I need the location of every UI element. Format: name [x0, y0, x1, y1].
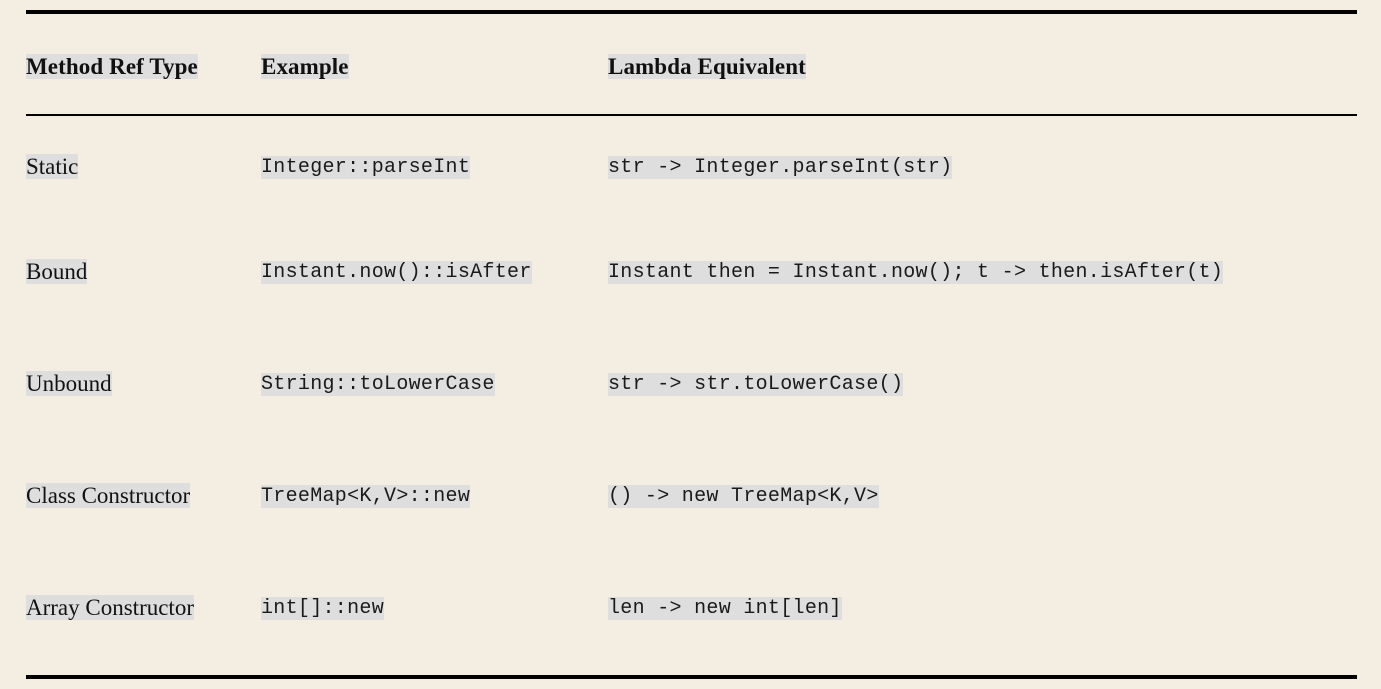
cell-lambda-equivalent: Instant then = Instant.now(); t -> then.… [608, 216, 1357, 328]
lambda-code: str -> Integer.parseInt(str) [608, 155, 953, 179]
table-row: Bound Instant.now()::isAfter Instant the… [26, 216, 1357, 328]
cell-example: String::toLowerCase [261, 328, 608, 440]
method-reference-table: Method Ref Type Example Lambda Equivalen… [26, 30, 1357, 664]
cell-method-ref-type: Array Constructor [26, 552, 261, 664]
table-header: Method Ref Type Example Lambda Equivalen… [26, 30, 1357, 104]
column-header-example: Example [261, 30, 608, 104]
column-header-method-ref-type: Method Ref Type [26, 30, 261, 104]
cell-method-ref-type: Class Constructor [26, 440, 261, 552]
table-body: Static Integer::parseInt str -> Integer.… [26, 104, 1357, 664]
column-header-label: Lambda Equivalent [608, 54, 806, 80]
table-top-rule [26, 10, 1357, 14]
cell-method-ref-type: Unbound [26, 328, 261, 440]
cell-example: TreeMap<K,V>::new [261, 440, 608, 552]
booktabs-table-page: Method Ref Type Example Lambda Equivalen… [0, 0, 1381, 689]
example-code: Integer::parseInt [261, 155, 471, 179]
cell-method-ref-type: Bound [26, 216, 261, 328]
lambda-code: str -> str.toLowerCase() [608, 372, 904, 396]
column-header-lambda-equivalent: Lambda Equivalent [608, 30, 1357, 104]
cell-method-ref-type: Static [26, 104, 261, 216]
method-ref-type-label: Class Constructor [26, 482, 191, 508]
cell-example: Instant.now()::isAfter [261, 216, 608, 328]
method-ref-type-label: Unbound [26, 370, 112, 396]
table-row: Static Integer::parseInt str -> Integer.… [26, 104, 1357, 216]
method-ref-type-label: Bound [26, 258, 88, 284]
table-row: Unbound String::toLowerCase str -> str.t… [26, 328, 1357, 440]
column-header-label: Method Ref Type [26, 54, 198, 80]
lambda-code: len -> new int[len] [608, 596, 842, 620]
example-code: Instant.now()::isAfter [261, 260, 532, 284]
table-row: Array Constructor int[]::new len -> new … [26, 552, 1357, 664]
cell-example: int[]::new [261, 552, 608, 664]
example-code: TreeMap<K,V>::new [261, 484, 471, 508]
table-header-row: Method Ref Type Example Lambda Equivalen… [26, 30, 1357, 104]
cell-lambda-equivalent: len -> new int[len] [608, 552, 1357, 664]
column-header-label: Example [261, 54, 349, 80]
example-code: int[]::new [261, 596, 385, 620]
cell-lambda-equivalent: str -> str.toLowerCase() [608, 328, 1357, 440]
method-ref-type-label: Array Constructor [26, 594, 194, 620]
cell-lambda-equivalent: str -> Integer.parseInt(str) [608, 104, 1357, 216]
cell-lambda-equivalent: () -> new TreeMap<K,V> [608, 440, 1357, 552]
lambda-code: () -> new TreeMap<K,V> [608, 484, 879, 508]
method-ref-type-label: Static [26, 153, 79, 179]
example-code: String::toLowerCase [261, 372, 495, 396]
lambda-code: Instant then = Instant.now(); t -> then.… [608, 260, 1224, 284]
table-row: Class Constructor TreeMap<K,V>::new () -… [26, 440, 1357, 552]
cell-example: Integer::parseInt [261, 104, 608, 216]
table-bottom-rule [26, 675, 1357, 679]
